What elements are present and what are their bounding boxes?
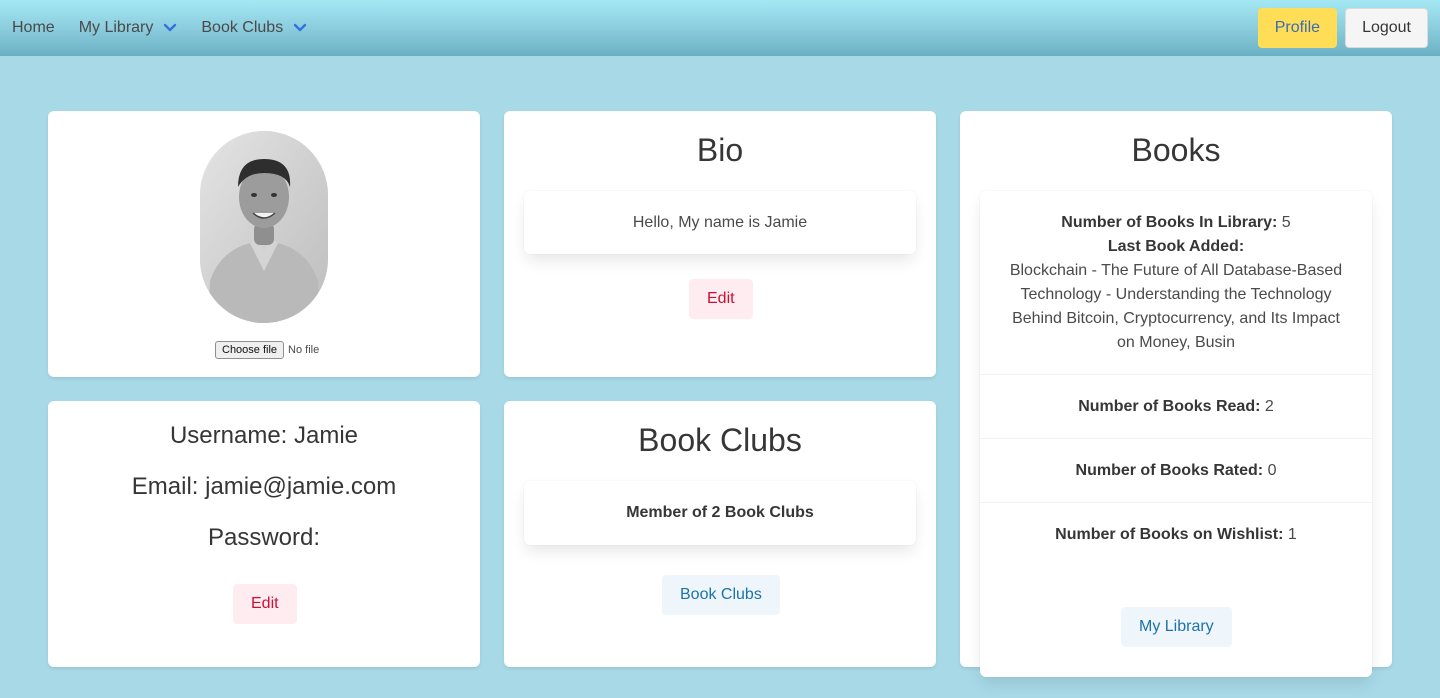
books-rated-row: Number of Books Rated: 0 <box>980 439 1372 503</box>
edit-bio-button[interactable]: Edit <box>689 279 753 319</box>
avatar-card: Choose file No file <box>48 111 480 377</box>
nav-right-group: Profile Logout <box>1257 8 1440 48</box>
books-read-label: Number of Books Read: <box>1078 397 1261 415</box>
top-navbar: Home My Library Book Clubs Profile Logou… <box>0 0 1440 56</box>
book-clubs-member-text: Member of 2 Book Clubs <box>626 504 814 521</box>
bio-title: Bio <box>696 132 744 168</box>
email-text: Email: jamie@jamie.com <box>131 473 397 500</box>
books-rated-value: 0 <box>1267 461 1277 479</box>
my-library-button[interactable]: My Library <box>1121 607 1232 647</box>
library-count-label: Number of Books In Library: <box>1061 214 1278 231</box>
file-name-text: No file <box>288 344 320 356</box>
edit-account-button[interactable]: Edit <box>233 584 297 624</box>
nav-left-group: Home My Library Book Clubs <box>0 0 319 56</box>
nav-home-label: Home <box>12 19 55 36</box>
books-title: Books <box>1131 132 1221 168</box>
last-added-label: Last Book Added: <box>1107 238 1245 255</box>
file-upload-control: Choose file No file <box>215 341 319 359</box>
books-read-value: 2 <box>1264 397 1274 415</box>
nav-my-library-label: My Library <box>78 19 154 36</box>
bio-card: Bio Hello, My name is Jamie Edit <box>504 111 936 377</box>
nav-book-clubs-dropdown[interactable]: Book Clubs <box>189 0 319 56</box>
logout-button[interactable]: Logout <box>1345 8 1428 48</box>
password-text: Password: <box>207 524 321 551</box>
nav-home-link[interactable]: Home <box>0 0 67 56</box>
library-count-value: 5 <box>1281 214 1291 231</box>
avatar <box>200 131 328 323</box>
library-count-line: Number of Books In Library: 5 <box>1004 211 1348 235</box>
books-read-row: Number of Books Read: 2 <box>980 375 1372 439</box>
books-wishlist-value: 1 <box>1287 526 1297 543</box>
book-clubs-button[interactable]: Book Clubs <box>662 575 780 615</box>
nav-my-library-dropdown[interactable]: My Library <box>67 0 190 56</box>
last-added-title: Blockchain - The Future of All Database-… <box>1009 262 1343 351</box>
choose-file-button[interactable]: Choose file <box>215 341 285 359</box>
chevron-down-icon <box>164 23 177 32</box>
chevron-down-icon <box>294 23 307 32</box>
book-clubs-card: Book Clubs Member of 2 Book Clubs Book C… <box>504 401 936 667</box>
bio-box: Hello, My name is Jamie <box>524 191 916 254</box>
books-wishlist-row: Number of Books on Wishlist: 1 <box>980 503 1372 567</box>
profile-button[interactable]: Profile <box>1257 8 1338 48</box>
bio-text: Hello, My name is Jamie <box>632 213 808 231</box>
avatar-photo <box>200 131 328 323</box>
book-clubs-title: Book Clubs <box>638 422 802 458</box>
books-rated-label: Number of Books Rated: <box>1075 461 1264 479</box>
library-stats-block: Number of Books In Library: 5 Last Book … <box>980 191 1372 375</box>
account-card: Username: Jamie Email: jamie@jamie.com P… <box>48 401 480 667</box>
books-card: Books Number of Books In Library: 5 Last… <box>960 111 1392 677</box>
book-clubs-box: Member of 2 Book Clubs <box>524 481 916 545</box>
books-stats-box: Number of Books In Library: 5 Last Book … <box>980 191 1372 677</box>
nav-book-clubs-label: Book Clubs <box>201 19 284 36</box>
books-wishlist-label: Number of Books on Wishlist: <box>1055 526 1284 543</box>
username-text: Username: Jamie <box>169 422 359 449</box>
